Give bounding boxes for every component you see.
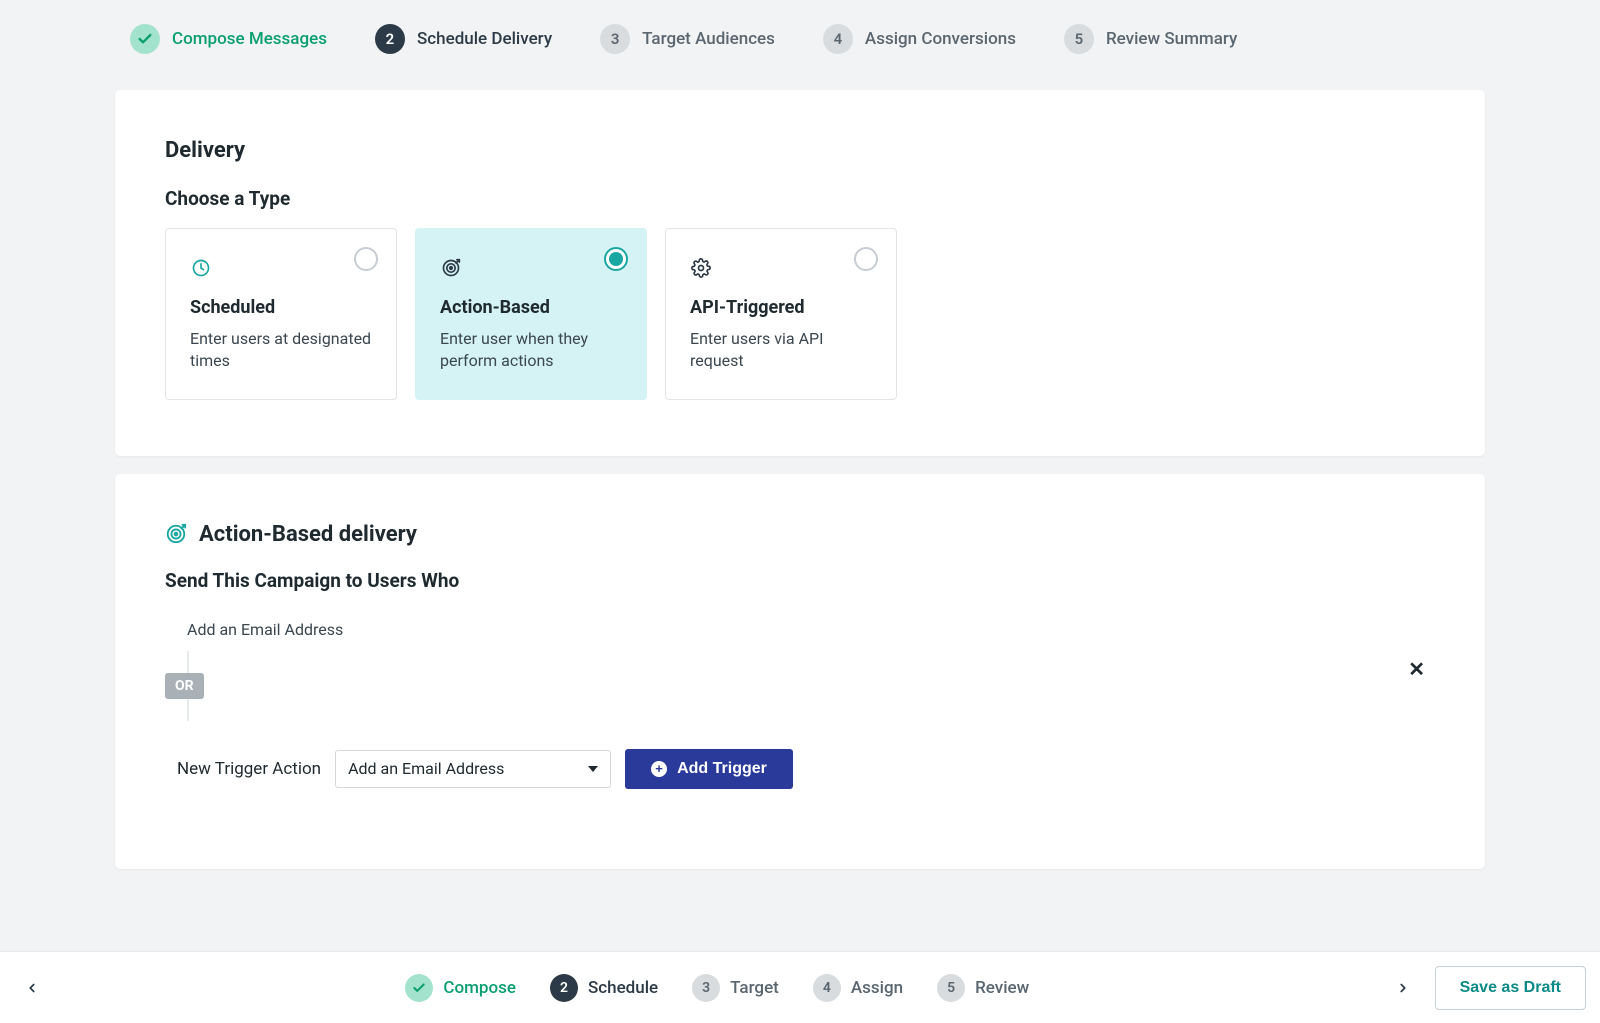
footer-step-number: 2 <box>550 974 578 1002</box>
prev-step-button[interactable] <box>14 970 50 1006</box>
step-label: Compose Messages <box>172 29 327 49</box>
type-desc: Enter users at designated times <box>190 328 372 373</box>
footer-step-label: Review <box>975 978 1029 998</box>
delivery-title: Delivery <box>165 138 1435 163</box>
step-compose[interactable]: Compose Messages <box>130 24 327 54</box>
type-row: Scheduled Enter users at designated time… <box>165 228 1435 400</box>
new-trigger-row: New Trigger Action Add an Email Address … <box>165 749 1435 789</box>
footer-step-review[interactable]: 5 Review <box>937 974 1029 1002</box>
target-icon <box>440 257 462 279</box>
type-title: API-Triggered <box>690 297 872 318</box>
type-desc: Enter users via API request <box>690 328 872 373</box>
footer-bar: Compose 2 Schedule 3 Target 4 Assign 5 R… <box>0 951 1600 1023</box>
top-stepper: Compose Messages 2 Schedule Delivery 3 T… <box>0 0 1600 72</box>
gear-icon <box>690 257 712 279</box>
step-label: Review Summary <box>1106 29 1237 49</box>
select-value: Add an Email Address <box>348 759 504 778</box>
type-card-action-based[interactable]: Action-Based Enter user when they perfor… <box>415 228 647 400</box>
type-title: Scheduled <box>190 297 372 318</box>
plus-icon: + <box>651 761 667 777</box>
send-to-title: Send This Campaign to Users Who <box>165 569 1435 592</box>
existing-trigger[interactable]: Add an Email Address <box>165 610 1435 639</box>
footer-step-target[interactable]: 3 Target <box>692 974 779 1002</box>
footer-step-label: Target <box>730 978 779 998</box>
page-scroll[interactable]: Compose Messages 2 Schedule Delivery 3 T… <box>0 0 1600 1023</box>
step-number: 3 <box>600 24 630 54</box>
footer-step-number: 3 <box>692 974 720 1002</box>
step-number: 2 <box>375 24 405 54</box>
add-trigger-button[interactable]: + Add Trigger <box>625 749 793 789</box>
action-based-card: Action-Based delivery Send This Campaign… <box>115 474 1485 869</box>
step-review[interactable]: 5 Review Summary <box>1064 24 1237 54</box>
check-icon <box>130 24 160 54</box>
footer-nav: Compose 2 Schedule 3 Target 4 Assign 5 R… <box>50 974 1385 1002</box>
chevron-down-icon <box>588 766 598 772</box>
footer-step-label: Compose <box>443 978 516 998</box>
step-label: Assign Conversions <box>865 29 1016 49</box>
radio-selected[interactable] <box>604 247 628 271</box>
action-based-title: Action-Based delivery <box>199 522 417 547</box>
footer-step-schedule[interactable]: 2 Schedule <box>550 974 658 1002</box>
check-icon <box>405 974 433 1002</box>
trigger-action-select[interactable]: Add an Email Address <box>335 750 611 788</box>
step-target[interactable]: 3 Target Audiences <box>600 24 775 54</box>
target-icon <box>165 523 187 545</box>
or-block: ✕ OR <box>165 651 1435 721</box>
step-schedule[interactable]: 2 Schedule Delivery <box>375 24 552 54</box>
step-number: 4 <box>823 24 853 54</box>
step-label: Target Audiences <box>642 29 775 49</box>
footer-steps: Compose 2 Schedule 3 Target 4 Assign 5 R… <box>405 974 1029 1002</box>
footer-step-label: Schedule <box>588 978 658 998</box>
type-title: Action-Based <box>440 297 622 318</box>
step-number: 5 <box>1064 24 1094 54</box>
radio-unselected[interactable] <box>854 247 878 271</box>
step-assign[interactable]: 4 Assign Conversions <box>823 24 1016 54</box>
clock-icon <box>190 257 212 279</box>
footer-step-assign[interactable]: 4 Assign <box>813 974 903 1002</box>
close-icon[interactable]: ✕ <box>1408 657 1425 681</box>
radio-unselected[interactable] <box>354 247 378 271</box>
delivery-card: Delivery Choose a Type Scheduled Enter u… <box>115 90 1485 456</box>
next-step-button[interactable] <box>1385 970 1421 1006</box>
step-label: Schedule Delivery <box>417 29 552 49</box>
type-desc: Enter user when they perform actions <box>440 328 622 373</box>
save-draft-button[interactable]: Save as Draft <box>1435 966 1586 1010</box>
type-card-api-triggered[interactable]: API-Triggered Enter users via API reques… <box>665 228 897 400</box>
or-badge: OR <box>165 673 204 699</box>
choose-type-title: Choose a Type <box>165 187 1435 210</box>
footer-step-label: Assign <box>851 978 903 998</box>
add-trigger-label: Add Trigger <box>677 760 767 778</box>
footer-step-compose[interactable]: Compose <box>405 974 516 1002</box>
new-trigger-label: New Trigger Action <box>177 759 321 779</box>
footer-step-number: 4 <box>813 974 841 1002</box>
footer-step-number: 5 <box>937 974 965 1002</box>
type-card-scheduled[interactable]: Scheduled Enter users at designated time… <box>165 228 397 400</box>
